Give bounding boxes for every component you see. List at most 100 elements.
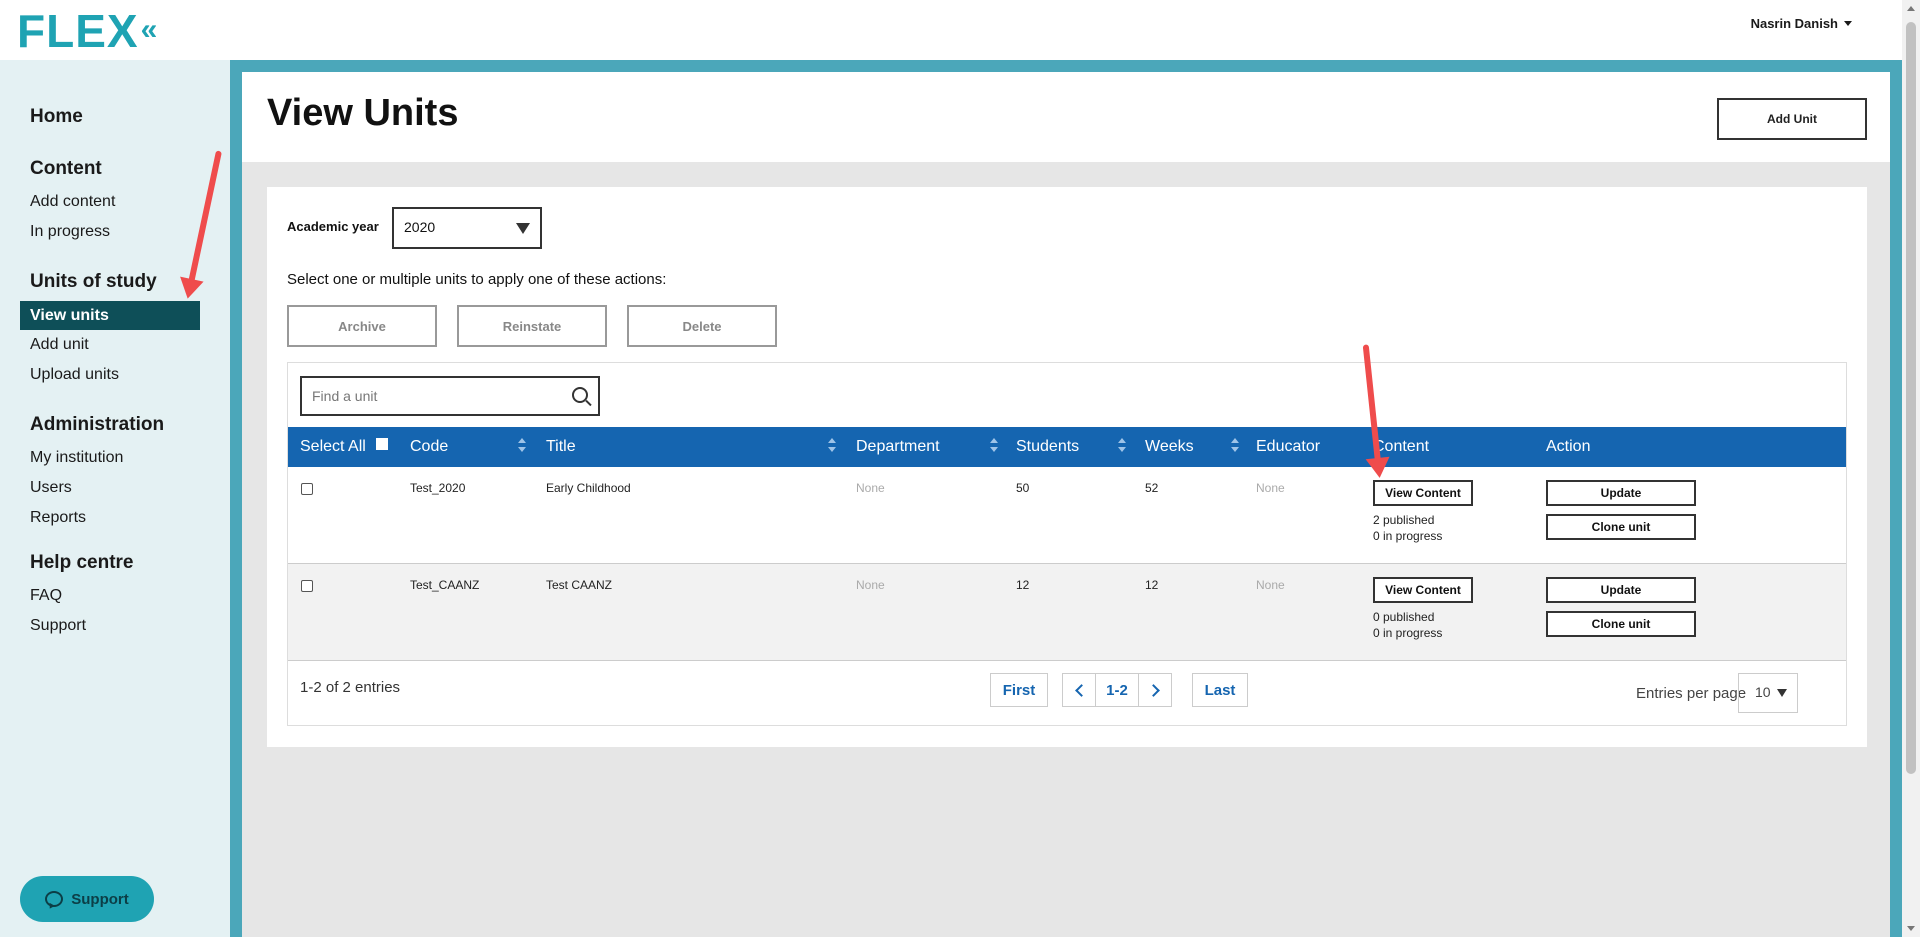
- last-page-button[interactable]: Last: [1192, 673, 1248, 707]
- entries-per-page-label: Entries per page: [1636, 685, 1747, 702]
- archive-button[interactable]: Archive: [287, 305, 437, 347]
- cell-department: None: [856, 578, 885, 592]
- search-icon[interactable]: [572, 387, 588, 403]
- cell-educator: None: [1256, 481, 1285, 495]
- sidebar-item-view-units[interactable]: View units: [20, 301, 200, 330]
- cell-weeks: 52: [1145, 481, 1159, 495]
- table-row: Test_2020 Early Childhood None 50 52 Non…: [288, 467, 1846, 564]
- logo-chevron-icon: «: [140, 13, 158, 46]
- entries-info: 1-2 of 2 entries: [300, 679, 401, 696]
- sidebar-heading-units: Units of study: [30, 271, 157, 292]
- scrollbar-thumb[interactable]: [1906, 22, 1916, 774]
- cell-code: Test_2020: [410, 481, 466, 495]
- current-page[interactable]: 1-2: [1095, 673, 1139, 707]
- delete-button[interactable]: Delete: [627, 305, 777, 347]
- published-count: 0 published: [1373, 610, 1435, 624]
- in-progress-count: 0 in progress: [1373, 626, 1443, 640]
- clone-unit-button[interactable]: Clone unit: [1546, 514, 1696, 540]
- units-card: Academic year 2020 Select one or multipl…: [267, 187, 1867, 747]
- published-count: 2 published: [1373, 513, 1435, 527]
- add-unit-button[interactable]: Add Unit: [1717, 98, 1867, 140]
- sidebar: Home Content Add content In progress Uni…: [0, 60, 230, 937]
- th-title[interactable]: Title: [546, 438, 576, 456]
- sort-department-icon[interactable]: [990, 436, 998, 458]
- scroll-down-icon[interactable]: [1907, 926, 1915, 931]
- entries-per-page-value: 10: [1755, 684, 1771, 700]
- view-content-button[interactable]: View Content: [1373, 480, 1473, 506]
- th-educator: Educator: [1256, 438, 1321, 455]
- sidebar-item-in-progress[interactable]: In progress: [30, 223, 110, 241]
- th-content: Content: [1373, 438, 1430, 455]
- cell-title: Early Childhood: [546, 481, 631, 495]
- sidebar-item-upload-units[interactable]: Upload units: [30, 366, 119, 384]
- content-area: View Units Add Unit Academic year 2020 S…: [242, 72, 1890, 937]
- sort-weeks-icon[interactable]: [1231, 436, 1239, 458]
- sidebar-heading-content: Content: [30, 158, 102, 179]
- dropdown-arrow-icon: [1777, 689, 1787, 697]
- sort-students-icon[interactable]: [1118, 436, 1126, 458]
- content-frame: View Units Add Unit Academic year 2020 S…: [230, 60, 1902, 937]
- academic-year-select[interactable]: 2020: [392, 207, 542, 249]
- th-weeks[interactable]: Weeks: [1145, 438, 1194, 456]
- chevron-right-icon: [1146, 683, 1160, 697]
- search-placeholder: Find a unit: [312, 388, 378, 404]
- sidebar-heading-help-centre: Help centre: [30, 552, 134, 573]
- sidebar-item-my-institution[interactable]: My institution: [30, 449, 123, 467]
- select-all-checkbox[interactable]: [376, 438, 388, 450]
- user-name: Nasrin Danish: [1750, 16, 1838, 31]
- chevron-left-icon: [1074, 683, 1088, 697]
- th-select-all: Select All: [300, 438, 366, 455]
- update-button[interactable]: Update: [1546, 480, 1696, 506]
- user-menu[interactable]: Nasrin Danish: [1751, 16, 1852, 31]
- cell-department: None: [856, 481, 885, 495]
- actions-instruction: Select one or multiple units to apply on…: [287, 271, 667, 288]
- sort-code-icon[interactable]: [518, 436, 526, 458]
- sidebar-item-reports[interactable]: Reports: [30, 509, 86, 527]
- update-button[interactable]: Update: [1546, 577, 1696, 603]
- top-bar: FLEX« Nasrin Danish: [0, 0, 1902, 60]
- sidebar-heading-administration: Administration: [30, 414, 165, 435]
- support-chat-button[interactable]: Support: [20, 876, 154, 922]
- academic-year-value: 2020: [404, 219, 436, 235]
- th-action: Action: [1546, 438, 1591, 455]
- sidebar-item-users[interactable]: Users: [30, 479, 72, 497]
- chat-bubble-icon: [45, 891, 64, 907]
- flex-logo[interactable]: FLEX«: [17, 5, 158, 61]
- units-table: Find a unit Select All Code Title Depart…: [287, 362, 1847, 726]
- sidebar-item-add-content[interactable]: Add content: [30, 193, 115, 211]
- scroll-up-icon[interactable]: [1907, 6, 1915, 11]
- sidebar-item-add-unit[interactable]: Add unit: [30, 336, 89, 354]
- cell-weeks: 12: [1145, 578, 1159, 592]
- cell-code: Test_CAANZ: [410, 578, 480, 592]
- sidebar-item-faq[interactable]: FAQ: [30, 587, 62, 605]
- search-input[interactable]: Find a unit: [300, 376, 600, 416]
- th-students[interactable]: Students: [1016, 438, 1079, 456]
- sidebar-item-home[interactable]: Home: [30, 106, 83, 128]
- row-checkbox[interactable]: [301, 483, 313, 495]
- clone-unit-button[interactable]: Clone unit: [1546, 611, 1696, 637]
- caret-down-icon: [1844, 21, 1852, 26]
- entries-per-page-select[interactable]: 10: [1738, 673, 1798, 713]
- next-page-button[interactable]: [1138, 673, 1172, 707]
- page-scrollbar[interactable]: [1902, 0, 1920, 937]
- page-title: View Units: [267, 92, 459, 134]
- view-content-button[interactable]: View Content: [1373, 577, 1473, 603]
- sort-title-icon[interactable]: [828, 436, 836, 458]
- dropdown-arrow-icon: [516, 223, 530, 234]
- table-header: Select All Code Title Department Student…: [288, 427, 1846, 467]
- in-progress-count: 0 in progress: [1373, 529, 1443, 543]
- sidebar-item-support[interactable]: Support: [30, 617, 86, 635]
- th-department[interactable]: Department: [856, 438, 940, 456]
- cell-educator: None: [1256, 578, 1285, 592]
- row-checkbox[interactable]: [301, 580, 313, 592]
- cell-title: Test CAANZ: [546, 578, 613, 592]
- cell-students: 50: [1016, 481, 1030, 495]
- prev-page-button[interactable]: [1062, 673, 1096, 707]
- academic-year-label: Academic year: [287, 219, 379, 234]
- th-code[interactable]: Code: [410, 438, 448, 456]
- logo-text: FLEX: [17, 5, 139, 57]
- reinstate-button[interactable]: Reinstate: [457, 305, 607, 347]
- first-page-button[interactable]: First: [990, 673, 1048, 707]
- cell-students: 12: [1016, 578, 1030, 592]
- support-chat-label: Support: [71, 890, 129, 908]
